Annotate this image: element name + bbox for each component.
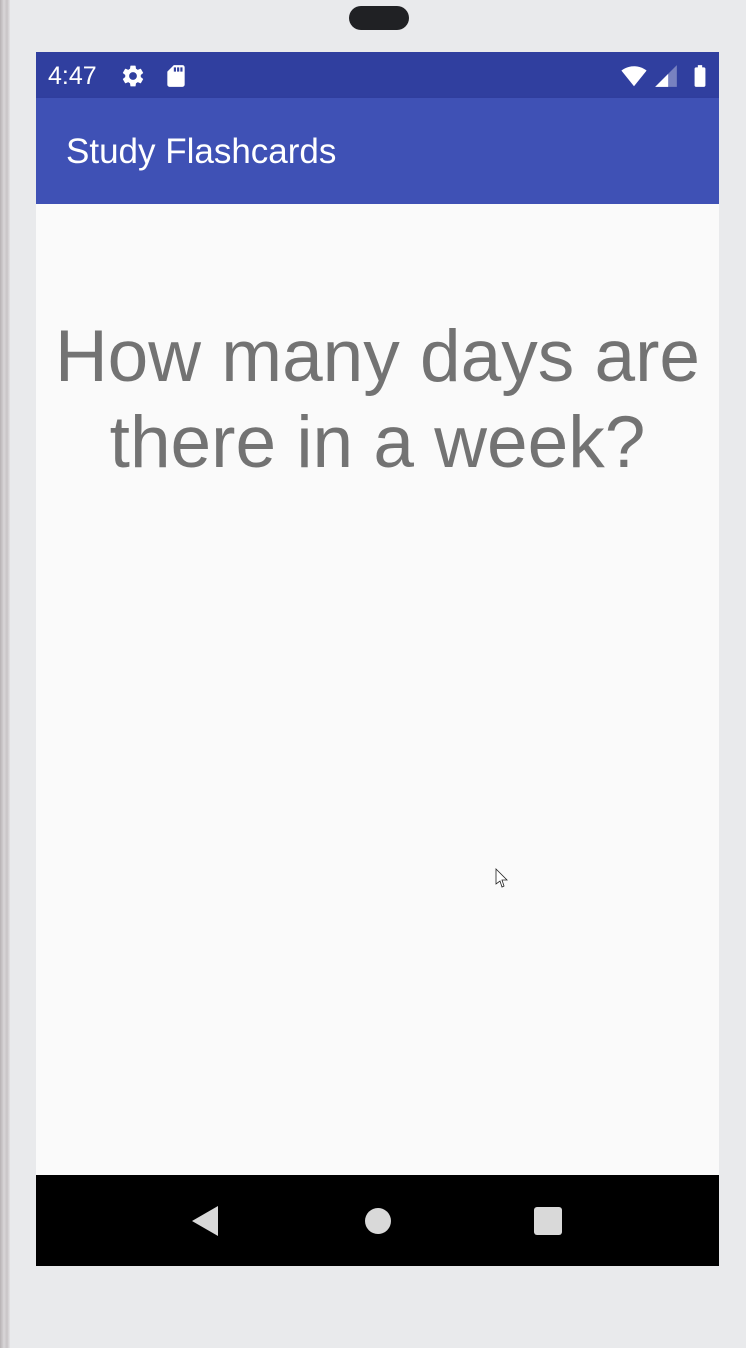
device-edge: [0, 0, 10, 1348]
status-bar: 4:47: [36, 52, 719, 98]
flashcard[interactable]: How many days are there in a week?: [36, 204, 719, 1175]
recents-icon[interactable]: [530, 1203, 566, 1239]
flashcard-question: How many days are there in a week?: [54, 316, 701, 483]
settings-icon: [122, 65, 144, 87]
cell-signal-icon: [655, 65, 677, 87]
mouse-cursor-icon: [495, 868, 508, 888]
app-bar: Study Flashcards: [36, 98, 719, 204]
home-icon[interactable]: [360, 1203, 396, 1239]
navigation-bar: [36, 1175, 719, 1266]
earpiece-speaker: [349, 6, 409, 30]
phone-screen: 4:47 Study Flashcards How many days are …: [36, 52, 719, 1266]
battery-icon: [694, 65, 706, 87]
sd-card-icon: [167, 65, 185, 87]
wifi-icon: [621, 66, 647, 87]
status-time: 4:47: [48, 62, 97, 90]
back-icon[interactable]: [188, 1203, 224, 1239]
app-title: Study Flashcards: [66, 132, 337, 171]
device-frame: 4:47 Study Flashcards How many days are …: [0, 0, 746, 1348]
